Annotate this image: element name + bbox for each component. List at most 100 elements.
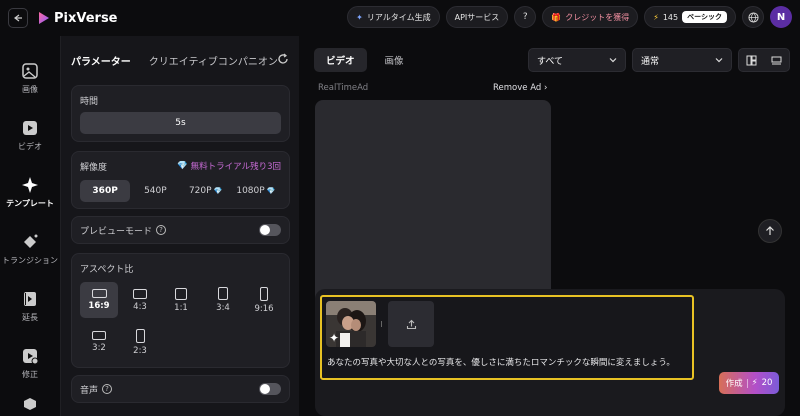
credits-label: クレジットを獲得 bbox=[565, 12, 630, 22]
free-trial-text: 💎 無料トライアル残り3回 bbox=[177, 160, 281, 172]
sound-card: 音声 ? bbox=[71, 375, 290, 403]
question-icon: ? bbox=[522, 12, 528, 22]
resolution-label-540p: 540P bbox=[144, 186, 167, 196]
fix-icon bbox=[23, 349, 39, 365]
tab-image[interactable]: 画像 bbox=[373, 48, 416, 72]
api-button[interactable]: APIサービス bbox=[445, 6, 509, 28]
tab-video[interactable]: ビデオ bbox=[314, 48, 367, 72]
grid-view-icon[interactable] bbox=[746, 55, 757, 66]
help-icon[interactable]: ? bbox=[102, 384, 113, 394]
help-button[interactable]: ? bbox=[514, 6, 537, 28]
filter-all-label: すべて bbox=[537, 56, 564, 67]
divider bbox=[746, 378, 748, 388]
credits-badge[interactable]: ⚡ 145 ベーシック bbox=[644, 6, 736, 28]
aspect-label: 2:3 bbox=[133, 345, 147, 356]
params-title[interactable]: パラメーター bbox=[71, 53, 131, 68]
filter-mode-label: 通常 bbox=[641, 56, 660, 67]
divider bbox=[381, 321, 382, 327]
ratio-shape-icon bbox=[92, 331, 106, 340]
nav-label: トランジション bbox=[2, 256, 58, 266]
lightning-icon: ⚡ bbox=[751, 378, 758, 388]
scroll-top-button[interactable] bbox=[758, 219, 782, 243]
nav-item-video[interactable]: ビデオ bbox=[0, 107, 60, 164]
aspect-ratio-label: アスペクト比 bbox=[80, 265, 134, 275]
filter-all-dropdown[interactable]: すべて bbox=[528, 48, 626, 72]
help-icon[interactable]: ? bbox=[156, 225, 167, 235]
chevron-down-icon bbox=[715, 58, 723, 63]
transition-icon bbox=[24, 234, 38, 249]
aspect-label: 9:16 bbox=[254, 303, 274, 314]
creative-companion-tab[interactable]: クリエイティブコンパニオン bbox=[149, 53, 278, 68]
aspect-2-3[interactable]: 2:3 bbox=[121, 324, 159, 360]
list-view-icon[interactable] bbox=[771, 55, 782, 66]
refresh-icon[interactable] bbox=[277, 53, 289, 65]
upload-button[interactable] bbox=[388, 301, 434, 347]
sound-toggle[interactable] bbox=[259, 383, 281, 395]
resolution-label-360p: 360P bbox=[92, 186, 118, 196]
logo[interactable]: PixVerse bbox=[38, 11, 118, 26]
image-icon bbox=[22, 63, 38, 79]
filter-mode-dropdown[interactable]: 通常 bbox=[632, 48, 732, 72]
aspect-label: 1:1 bbox=[174, 302, 188, 313]
aspect-4-3[interactable]: 4:3 bbox=[121, 282, 159, 318]
video-icon bbox=[23, 121, 37, 136]
remove-ad-link[interactable]: Remove Ad › bbox=[493, 83, 547, 93]
nav-label: 画像 bbox=[22, 85, 38, 95]
aspect-label: 16:9 bbox=[88, 301, 110, 311]
create-button[interactable]: 作成 ⚡ 20 bbox=[719, 372, 779, 394]
resolution-label-720p: 720P bbox=[188, 186, 212, 196]
gem-icon: 💎 bbox=[213, 187, 223, 195]
ratio-shape-icon bbox=[175, 287, 187, 300]
aspect-label: 3:2 bbox=[92, 343, 106, 353]
preview-mode-card: プレビューモード ? bbox=[71, 216, 290, 244]
get-credits-button[interactable]: 🎁 クレジットを獲得 bbox=[542, 6, 639, 28]
api-label: APIサービス bbox=[454, 12, 500, 22]
collapse-sidebar-icon[interactable] bbox=[8, 8, 28, 28]
nav-item-fix[interactable]: 修正 bbox=[0, 335, 60, 392]
sparkle-icon: ✦ bbox=[356, 12, 363, 22]
realtime-label: リアルタイム生成 bbox=[366, 12, 431, 22]
resolution-label: 解像度 bbox=[80, 163, 108, 173]
arrow-up-icon bbox=[766, 226, 774, 235]
prompt-text[interactable]: あなたの写真や大切な人との写真を、優しさに満ちたロマンチックな瞬間に変えましょう… bbox=[327, 356, 675, 368]
uploaded-photo[interactable]: ✦ bbox=[326, 301, 376, 347]
aspect-3-2[interactable]: 3:2 bbox=[80, 324, 118, 360]
realtime-button[interactable]: ✦ リアルタイム生成 bbox=[347, 6, 440, 28]
nav-item-template[interactable]: テンプレート bbox=[0, 164, 60, 221]
prompt-box[interactable]: ✦ あなたの写真や大切な人との写真を、優しさに満ちたロマンチックな瞬間に変えまし… bbox=[320, 295, 694, 380]
nav-item-transition[interactable]: トランジション bbox=[0, 221, 60, 278]
nav-label: ビデオ bbox=[18, 142, 42, 152]
resolution-540p[interactable]: 540P bbox=[130, 180, 180, 202]
remove-ad-text: Remove Ad bbox=[493, 83, 542, 93]
aspect-9-16[interactable]: 9:16 bbox=[245, 282, 283, 318]
duration-option[interactable]: 5s bbox=[80, 112, 281, 134]
language-button[interactable] bbox=[742, 6, 764, 28]
create-label: 作成 bbox=[725, 379, 743, 389]
preview-mode-label: プレビューモード bbox=[80, 226, 153, 237]
gem-icon: 💎 bbox=[177, 161, 188, 171]
duration-label: 時間 bbox=[80, 97, 99, 107]
avatar[interactable]: N bbox=[770, 6, 792, 28]
nav-label: テンプレート bbox=[6, 199, 54, 209]
view-toggle[interactable] bbox=[738, 48, 790, 72]
resolution-360p[interactable]: 360P bbox=[80, 180, 131, 202]
aspect-16-9[interactable]: 16:9 bbox=[80, 282, 118, 318]
credit-count: 145 bbox=[662, 12, 679, 22]
resolution-card: 解像度 💎 無料トライアル残り3回 360P 540P 720P 💎 1080P 💎 bbox=[71, 151, 290, 209]
aspect-1-1[interactable]: 1:1 bbox=[162, 282, 200, 318]
nav-item-more[interactable] bbox=[0, 392, 60, 416]
box-icon bbox=[24, 398, 36, 411]
ad-label: RealTimeAd bbox=[318, 83, 369, 93]
resolution-1080p[interactable]: 1080P 💎 bbox=[231, 180, 281, 202]
gem-icon: 💎 bbox=[266, 187, 276, 195]
aspect-3-4[interactable]: 3:4 bbox=[204, 282, 242, 318]
nav-item-extend[interactable]: 延長 bbox=[0, 278, 60, 335]
ratio-shape-icon bbox=[135, 328, 145, 343]
app-name: PixVerse bbox=[54, 10, 118, 26]
resolution-720p[interactable]: 720P 💎 bbox=[181, 180, 231, 202]
nav-item-image[interactable]: 画像 bbox=[0, 50, 60, 107]
plan-badge: ベーシック bbox=[682, 11, 727, 23]
preview-mode-toggle[interactable] bbox=[259, 224, 281, 236]
trial-label: 無料トライアル残り3回 bbox=[190, 162, 281, 172]
ratio-shape-icon bbox=[133, 288, 147, 299]
